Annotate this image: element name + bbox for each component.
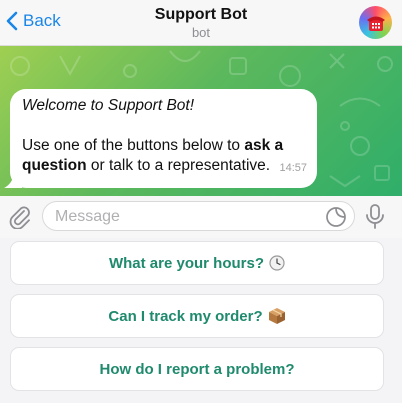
message-bubble: Welcome to Support Bot! Use one of the b… (10, 89, 317, 188)
message-welcome: Welcome to Support Bot! (22, 97, 195, 114)
keyboard-button-track-order[interactable]: Can I track my order? (10, 294, 384, 338)
message-time: 14:57 (279, 162, 307, 174)
avatar[interactable] (359, 6, 392, 39)
keyboard-button-label: What are your hours? (108, 254, 265, 272)
sticker-icon[interactable] (325, 206, 347, 228)
clock-icon (269, 255, 285, 271)
chat-title-block[interactable]: Support Bot bot (0, 6, 402, 40)
composer-bar (0, 196, 402, 238)
chat-title: Support Bot (154, 6, 248, 23)
microphone-icon[interactable] (364, 203, 386, 231)
message-body-prefix: Use one of the buttons below to (22, 137, 245, 154)
chat-area: Welcome to Support Bot! Use one of the b… (0, 46, 402, 196)
bot-keyboard: What are your hours? Can I track my orde… (0, 238, 402, 403)
keyboard-button-label: How do I report a problem? (99, 360, 295, 378)
message-body-suffix: or talk to a representative. (86, 157, 271, 174)
chat-header: Back Support Bot bot (0, 0, 402, 46)
keyboard-button-label: Can I track my order? (108, 307, 263, 325)
message-input[interactable] (55, 207, 310, 227)
telephone-icon (366, 16, 385, 31)
attach-icon[interactable] (9, 205, 31, 229)
keyboard-button-hours[interactable]: What are your hours? (10, 241, 384, 285)
message-body: Use one of the buttons below to ask a qu… (22, 136, 305, 176)
package-icon (268, 307, 286, 325)
keyboard-button-report-problem[interactable]: How do I report a problem? (10, 347, 384, 391)
message-input-box[interactable] (42, 201, 355, 231)
chat-subtitle: bot (191, 25, 211, 40)
